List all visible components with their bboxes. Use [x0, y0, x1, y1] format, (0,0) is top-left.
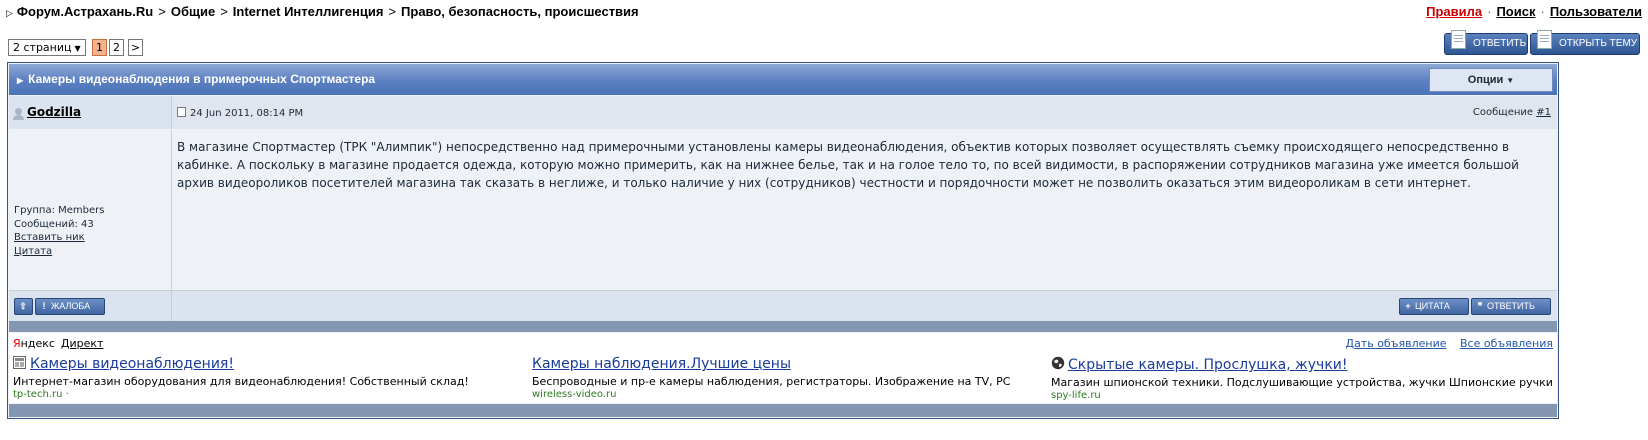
rules-link[interactable]: Правила — [1426, 4, 1482, 19]
quote-button-label: ЦИТАТА — [1415, 301, 1450, 311]
yandex-direct-ads: Яндекс Директ Дать объявление Все объявле… — [9, 333, 1557, 403]
user-offline-icon — [13, 108, 24, 120]
breadcrumb: ▷ Форум.Астрахань.Ru > Общие > Internet Интел… — [6, 4, 639, 19]
author-name[interactable]: Godzilla — [27, 105, 81, 119]
new-topic-button[interactable]: ОТКРЫТЬ ТЕМУ — [1530, 30, 1640, 55]
report-button[interactable]: ! ЖАЛОБА — [35, 298, 105, 315]
topic-title: ▶ Камеры видеонаблюдения в примерочных Сп… — [17, 72, 375, 86]
top-bar: ▷ Форум.Астрахань.Ru > Общие > Internet Интел… — [6, 4, 1642, 24]
yandex-rest: ндекс — [20, 337, 55, 350]
topic-box: ▶ Камеры видеонаблюдения в примерочных Сп… — [7, 62, 1559, 419]
author-group: Группа: Members — [14, 205, 105, 216]
users-link[interactable]: Пользователи — [1550, 4, 1642, 19]
link-divider: · — [1487, 4, 1492, 19]
breadcrumb-forum[interactable]: Форум.Астрахань.Ru — [17, 4, 153, 19]
globe-icon — [1051, 356, 1065, 370]
ad-title-link[interactable]: Камеры видеонаблюдения! — [13, 356, 234, 372]
ad-description: Беспроводные и пр-е камеры наблюдения, р… — [532, 375, 1011, 388]
breadcrumb-general[interactable]: Общие — [171, 4, 215, 19]
ad-item: Камеры видеонаблюдения! Интернет-магазин… — [13, 356, 469, 400]
quote-link[interactable]: Цитата — [14, 245, 104, 259]
yandex-link[interactable]: Яндекс — [13, 337, 55, 350]
ad-url-text: tp-tech.ru — [13, 389, 63, 400]
ad-title-link[interactable]: Камеры наблюдения.Лучшие цены — [532, 356, 791, 372]
topic-header: ▶ Камеры видеонаблюдения в примерочных Сп… — [9, 64, 1557, 95]
document-icon — [1537, 30, 1552, 49]
post-header: Godzilla 24 Jun 2011, 08:14 PM Сообщение… — [9, 96, 1557, 129]
options-label: Опции — [1467, 74, 1504, 86]
breadcrumb-separator: > — [388, 4, 397, 19]
page-1[interactable]: 1 — [92, 39, 107, 56]
options-button[interactable]: Опции ▼ — [1429, 68, 1553, 92]
reply-button-label: ОТВЕТИТЬ — [1473, 38, 1527, 49]
chevron-down-icon: ▼ — [1506, 76, 1515, 85]
direct-link[interactable]: Директ — [61, 337, 104, 350]
post-body-row: Группа: Members Сообщений: 43 Вставить н… — [9, 130, 1557, 289]
ad-item: Скрытые камеры. Прослушка, жучки! Магази… — [1051, 356, 1553, 401]
author-info: Группа: Members Сообщений: 43 Вставить н… — [9, 130, 172, 289]
breadcrumb-internet[interactable]: Internet Интеллигенция — [233, 4, 384, 19]
quote-button[interactable]: + ЦИТАТА — [1399, 298, 1469, 315]
scroll-top-button[interactable]: ⇧ — [14, 298, 33, 315]
all-ads-link[interactable]: Все объявления — [1460, 337, 1553, 350]
quote-marks-icon: ❞ — [1477, 301, 1483, 311]
ad-title-link[interactable]: Скрытые камеры. Прослушка, жучки! — [1051, 356, 1348, 373]
ad-title: Камеры видеонаблюдения! — [30, 356, 234, 372]
ad-title: Скрытые камеры. Прослушка, жучки! — [1068, 357, 1348, 373]
topic-actions: ОТВЕТИТЬ ОТКРЫТЬ ТЕМУ — [1444, 30, 1640, 55]
exclamation-icon: ! — [42, 301, 46, 311]
ad-url: tp-tech.ru · — [13, 389, 469, 400]
ad-description: Интернет-магазин оборудования для видеон… — [13, 375, 469, 388]
report-button-label: ЖАЛОБА — [51, 301, 91, 311]
breadcrumb-arrow-icon: ▷ — [6, 8, 13, 18]
post-icon — [177, 107, 186, 117]
top-links: Правила · Поиск · Пользователи — [1426, 4, 1642, 19]
author-message-count: Сообщений: 43 — [14, 218, 94, 230]
pages-dropdown[interactable]: 2 страниц ▼ — [8, 39, 86, 56]
ad-url: spy-life.ru — [1051, 390, 1101, 401]
breadcrumb-law[interactable]: Право, безопасность, происшествия — [401, 4, 639, 19]
post-permalink[interactable]: #1 — [1536, 107, 1551, 118]
separator-bar — [9, 321, 1557, 332]
ad-url-dot: · — [65, 389, 69, 400]
post-reply-button[interactable]: ❞ ОТВЕТИТЬ — [1471, 298, 1551, 315]
search-link[interactable]: Поиск — [1496, 4, 1535, 19]
post-footer: ⇧ ! ЖАЛОБА + ЦИТАТА ❞ ОТВЕТИТЬ — [9, 290, 1557, 321]
breadcrumb-separator: > — [158, 4, 166, 19]
post-reply-button-label: ОТВЕТИТЬ — [1487, 301, 1535, 311]
insert-nick-link[interactable]: Вставить ник — [14, 231, 104, 245]
bottom-bar — [9, 404, 1557, 417]
author-cell: Godzilla — [9, 96, 172, 129]
topic-title-text: Камеры видеонаблюдения в примерочных Спо… — [28, 72, 376, 86]
chevron-down-icon: ▼ — [74, 44, 81, 53]
ad-url: wireless-video.ru — [532, 389, 617, 400]
store-icon — [13, 356, 26, 369]
pages-dropdown-label: 2 страниц — [13, 41, 72, 54]
post-date: 24 Jun 2011, 08:14 PM — [177, 107, 303, 119]
ad-links: Дать объявление Все объявления — [1335, 337, 1553, 350]
plus-icon: + — [1405, 301, 1411, 311]
triangle-icon: ▶ — [17, 76, 24, 85]
reply-button[interactable]: ОТВЕТИТЬ — [1444, 30, 1528, 55]
link-divider: · — [1540, 4, 1545, 19]
new-topic-button-label: ОТКРЫТЬ ТЕМУ — [1559, 38, 1638, 49]
yandex-direct-label: Яндекс Директ — [13, 337, 103, 350]
post-date-text: 24 Jun 2011, 08:14 PM — [190, 108, 304, 119]
yandex-letter: Я — [13, 337, 21, 350]
breadcrumb-separator: > — [220, 4, 228, 19]
give-ad-link[interactable]: Дать объявление — [1345, 337, 1446, 350]
document-icon — [1451, 30, 1466, 49]
arrow-up-icon: ⇧ — [19, 301, 27, 311]
ad-item: Камеры наблюдения.Лучшие цены Беспроводн… — [532, 356, 1010, 400]
post-number-label: Сообщение — [1472, 107, 1534, 118]
post-number: Сообщение #1 — [1473, 107, 1551, 118]
post-text: В магазине Спортмастер (ТРК "Алимпик") н… — [177, 140, 1519, 190]
ad-description: Магазин шпионской техники. Подслушивающи… — [1051, 376, 1553, 389]
author-details: Группа: Members Сообщений: 43 Вставить н… — [14, 204, 104, 258]
next-page-button[interactable]: > — [128, 39, 143, 56]
page-2[interactable]: 2 — [109, 39, 124, 56]
column-divider — [171, 291, 172, 321]
